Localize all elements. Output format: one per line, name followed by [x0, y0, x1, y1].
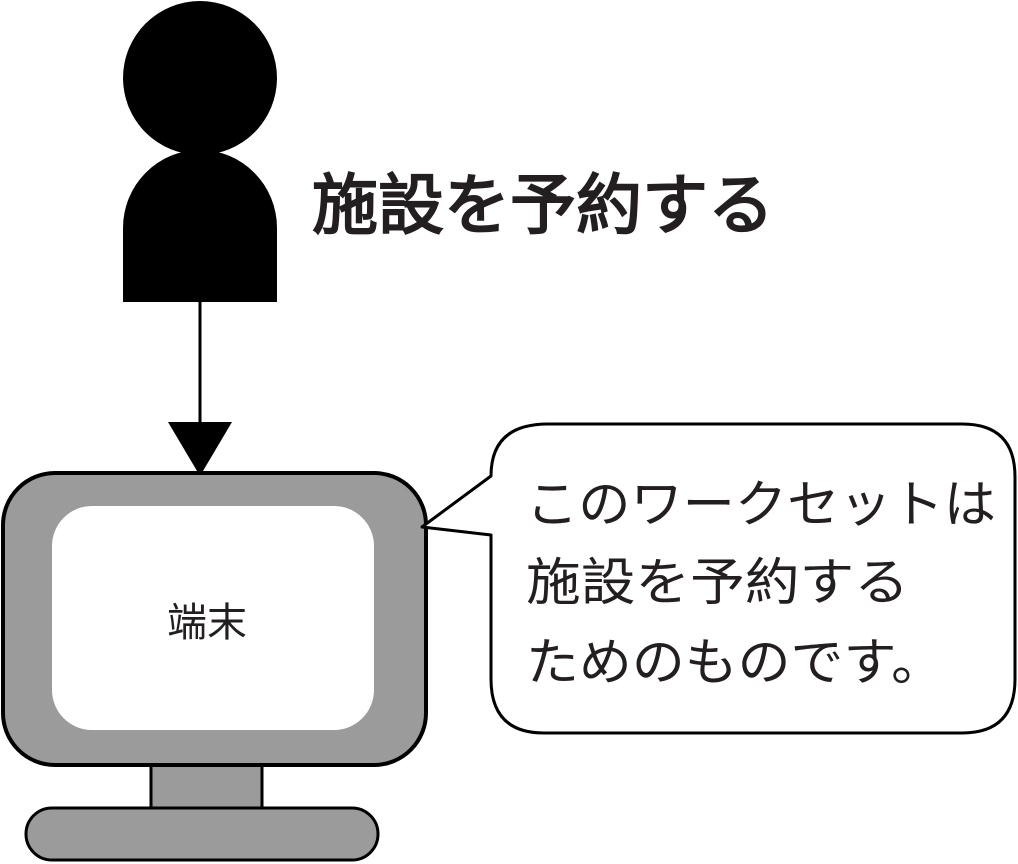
callout-line-3: ためのものです。	[526, 634, 944, 693]
diagram-canvas: 施設を予約する 端末 このワークセットは 施設を予約する ためのものです。	[1, 1, 1017, 862]
callout-line-2: 施設を予約する	[526, 554, 909, 613]
monitor-neck	[149, 758, 264, 814]
diagram-title: 施設を予約する	[312, 167, 774, 244]
monitor-stand	[24, 758, 380, 862]
person-icon	[123, 1, 277, 302]
callout-line-1: このワークセットは	[526, 476, 996, 535]
terminal-label: 端末	[167, 600, 247, 646]
flow-arrow	[168, 302, 232, 476]
arrow-head	[168, 422, 232, 476]
monitor-base	[24, 806, 380, 862]
